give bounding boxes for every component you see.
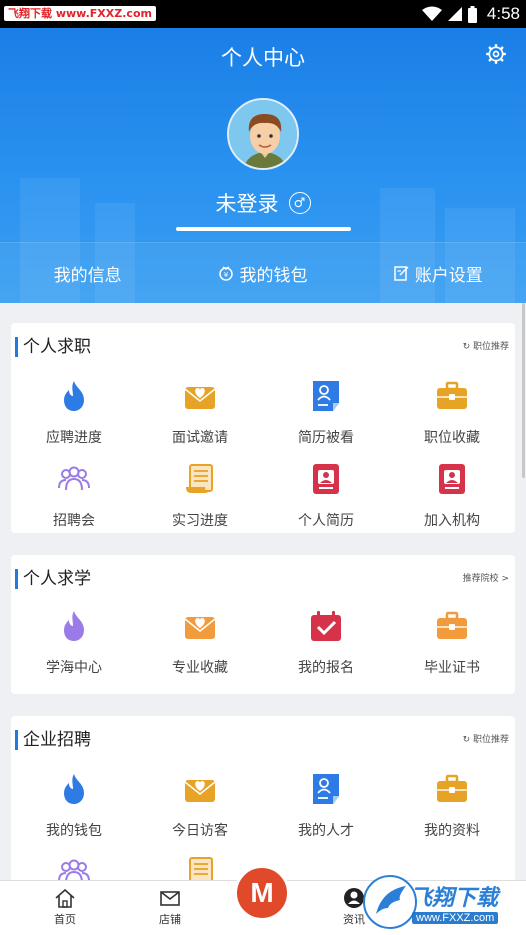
grid-item-resume-viewed[interactable]: 简历被看 — [263, 379, 389, 447]
grid-item-learning-center[interactable]: 学海中心 — [11, 609, 137, 677]
grid-item-interview-invites[interactable]: 面试邀请 — [137, 379, 263, 447]
flame-icon — [57, 379, 91, 413]
login-row[interactable]: 未登录 ♂ — [0, 188, 526, 218]
refresh-icon: ↻ — [462, 735, 471, 745]
grid-item-saved-jobs[interactable]: 职位收藏 — [389, 379, 515, 447]
grid-item-internship-progress[interactable]: 实习进度 — [137, 462, 263, 530]
svg-text:¥: ¥ — [224, 271, 229, 279]
nav-shop[interactable]: 店铺 — [140, 887, 200, 927]
recommend-schools-link[interactable]: 推荐院校 > — [463, 572, 509, 586]
clock: 4:58 — [486, 4, 520, 23]
section-accent-bar — [15, 569, 18, 589]
profile-doc-icon — [309, 379, 343, 413]
grid-item-job-fair[interactable]: 招聘会 — [11, 462, 137, 530]
section-accent-bar — [15, 337, 18, 357]
id-book-icon — [309, 462, 343, 496]
scrollbar[interactable] — [522, 303, 525, 478]
mail-icon — [160, 891, 180, 906]
edit-icon — [394, 266, 409, 281]
nav-home[interactable]: 首页 — [35, 887, 95, 927]
watermark-url: www.FXXZ.com — [412, 912, 499, 924]
gear-icon[interactable] — [486, 44, 506, 64]
id-book-icon — [435, 462, 469, 496]
wifi-icon — [421, 6, 442, 21]
heart-envelope-icon — [183, 772, 217, 806]
refresh-icon: ↻ — [462, 342, 471, 352]
calendar-check-icon — [309, 609, 343, 643]
wallet-icon: ¥ — [219, 266, 234, 281]
center-m-button[interactable]: M — [234, 865, 290, 921]
grid-item-join-organization[interactable]: 加入机构 — [389, 462, 515, 530]
study-card: 个人求学 推荐院校 > 学海中心 专业收藏 我的报名 毕业证书 — [11, 555, 515, 694]
section-title: 企业招聘 — [23, 730, 91, 750]
profile-header: 个人中心 未登录 ♂ 我的信息 ¥ 我的钱包 账户设置 — [0, 28, 526, 303]
grid-item-today-visitors[interactable]: 今日访客 — [137, 772, 263, 840]
grid-item-my-talents[interactable]: 我的人才 — [263, 772, 389, 840]
account-settings-button[interactable]: 账户设置 — [351, 243, 526, 303]
grid-item-application-progress[interactable]: 应聘进度 — [11, 379, 137, 447]
flame-icon — [57, 609, 91, 643]
recommend-jobs-link[interactable]: ↻ 职位推荐 — [463, 733, 509, 747]
header-nav: 我的信息 ¥ 我的钱包 账户设置 — [0, 242, 526, 303]
profile-doc-icon — [309, 772, 343, 806]
heart-envelope-icon — [183, 609, 217, 643]
group-icon — [57, 462, 91, 496]
grid-item-diploma[interactable]: 毕业证书 — [389, 609, 515, 677]
briefcase-icon — [435, 379, 469, 413]
flame-icon — [57, 772, 91, 806]
scroll-icon — [183, 462, 217, 496]
job-search-card: 个人求职 ↻ 职位推荐 应聘进度 面试邀请 简历被看 职位收藏 招聘会 实习进度… — [11, 323, 515, 533]
section-accent-bar — [15, 730, 18, 750]
status-bar: 飞翔下载 www.FXXZ.com 4:58 — [0, 0, 526, 28]
grid-item-my-resume[interactable]: 个人简历 — [263, 462, 389, 530]
gender-male-icon: ♂ — [288, 192, 311, 214]
home-icon — [55, 888, 75, 908]
heart-envelope-icon — [183, 379, 217, 413]
battery-icon — [467, 5, 477, 23]
section-title: 个人求职 — [23, 337, 91, 357]
watermark-name: 飞翔下载 — [410, 886, 499, 911]
user-avatar-icon — [229, 100, 297, 168]
grid-item-saved-majors[interactable]: 专业收藏 — [137, 609, 263, 677]
signal-icon — [447, 7, 462, 21]
page-title: 个人中心 — [221, 46, 305, 70]
section-title: 个人求学 — [23, 569, 91, 589]
login-status[interactable]: 未登录 — [216, 188, 279, 218]
grid-item-my-registration[interactable]: 我的报名 — [263, 609, 389, 677]
recommend-jobs-link[interactable]: ↻ 职位推荐 — [463, 340, 509, 354]
briefcase-icon — [435, 609, 469, 643]
underline-divider — [176, 227, 351, 231]
briefcase-icon — [435, 772, 469, 806]
my-info-button[interactable]: 我的信息 — [0, 243, 175, 303]
enterprise-card: 企业招聘 ↻ 职位推荐 我的钱包 今日访客 我的人才 我的资料 — [11, 716, 515, 886]
avatar[interactable] — [227, 98, 299, 170]
watermark-tag: 飞翔下载 www.FXXZ.com — [4, 6, 156, 21]
my-wallet-button[interactable]: ¥ 我的钱包 — [175, 243, 350, 303]
grid-item-my-profile[interactable]: 我的资料 — [389, 772, 515, 840]
grid-item-my-wallet[interactable]: 我的钱包 — [11, 772, 137, 840]
